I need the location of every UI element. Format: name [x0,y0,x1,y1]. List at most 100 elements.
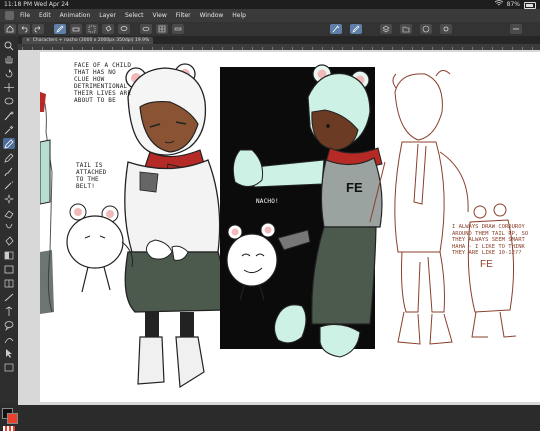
material-button[interactable] [400,24,412,34]
menu-layer[interactable]: Layer [99,12,116,19]
close-tab-icon[interactable]: × [26,38,30,43]
pen-tool[interactable] [3,138,15,149]
eraser-tool[interactable] [3,208,15,219]
menu-bar: File Edit Animation Layer Select View Fi… [0,9,540,22]
cropped-character-left [40,91,54,314]
lightbox-tool[interactable] [3,362,15,373]
eyedropper-tool[interactable] [3,124,15,135]
grid-button[interactable] [156,24,168,34]
rotate-tool[interactable] [3,68,15,79]
line-correct-icon [4,338,14,344]
grid-icon [158,25,166,33]
sub-color-swatch[interactable] [7,413,18,424]
menu-animation[interactable]: Animation [60,12,91,19]
transparent-color-swatch[interactable] [3,426,15,431]
transform-icon [88,25,96,33]
brush-size-button[interactable] [330,24,342,34]
operation-tool[interactable] [3,348,15,359]
brush-icon [4,167,13,177]
status-right: 87% [494,0,536,9]
brush-icon [332,25,340,33]
view-button[interactable] [140,24,152,34]
shape-icon [4,265,14,274]
redo-button[interactable] [32,24,44,34]
color-wheel-button[interactable] [420,24,432,34]
zoom-tool[interactable] [3,40,15,51]
pointer-icon [6,349,12,358]
layer-button[interactable] [380,24,392,34]
blend-icon [5,223,13,229]
pencil-tool[interactable] [3,152,15,163]
settings-button[interactable] [440,24,452,34]
note-corduroy: I ALWAYS DRAW CORDUROY AROUND THEM TAIL … [452,224,529,256]
undo-button[interactable] [18,24,30,34]
layers-icon [382,25,390,33]
ruler-icon [174,27,182,31]
move-tool[interactable] [3,82,15,93]
status-time: 11:18 PM [4,1,32,8]
fill-button[interactable] [102,24,114,34]
battery-percent: 87% [506,1,520,8]
brush-tool[interactable] [3,166,15,177]
select-button[interactable] [118,24,130,34]
menu-edit[interactable]: Edit [39,12,51,19]
tool-palette [0,36,18,431]
rotate-icon [5,69,13,78]
text-icon [5,306,13,316]
blend-tool[interactable] [3,222,15,233]
drawing-canvas[interactable]: FE FE FACE OF A CHILD THAT HAS NO CLUE H… [40,52,540,402]
opacity-button[interactable] [350,24,362,34]
color-wheel-icon [422,25,430,33]
status-date: Wed Apr 24 [33,1,69,8]
shirt-letters: FE [346,180,363,195]
balloon-tool[interactable] [3,320,15,331]
lasso-tool[interactable] [3,96,15,107]
menu-select[interactable]: Select [125,12,144,19]
document-tab[interactable]: × Characters + nacho (3000 x 2000px 350dp… [22,37,154,44]
home-button[interactable] [4,24,16,34]
note-tail: TAIL IS ATTACHED TO THE BELT! [76,162,107,190]
ruler-icon [4,293,14,302]
app-menu-icon[interactable] [5,11,14,20]
ruler-button[interactable] [172,24,184,34]
menu-help[interactable]: Help [232,12,246,19]
lasso-icon [4,97,14,105]
color-swatches[interactable] [2,408,18,424]
wifi-icon [494,0,503,9]
menu-window[interactable]: Window [200,12,224,19]
magic-wand-icon [4,111,14,121]
menu-file[interactable]: File [20,12,30,19]
gradient-tool[interactable] [3,250,15,261]
note-face: FACE OF A CHILD THAT HAS NO CLUE HOW DET… [74,62,132,104]
character-right-sketch: FE [369,70,517,345]
bucket-icon [105,25,112,32]
wand-tool[interactable] [3,110,15,121]
pen-tool-button[interactable] [54,24,66,34]
more-icon [513,28,519,30]
text-tool[interactable] [3,306,15,317]
more-button[interactable] [510,24,522,34]
eraser-button[interactable] [70,24,82,34]
correct-line-tool[interactable] [3,334,15,345]
eraser-icon [72,27,80,32]
hand-tool[interactable] [3,54,15,65]
pen-icon [4,139,14,149]
airbrush-tool[interactable] [3,180,15,191]
transform-button[interactable] [86,24,98,34]
figure-tool[interactable] [3,264,15,275]
sketch-shirt-letters: FE [480,259,493,270]
menu-filter[interactable]: Filter [176,12,191,19]
decoration-tool[interactable] [3,194,15,205]
frame-tool[interactable] [3,278,15,289]
gear-icon [443,26,449,32]
home-icon [6,25,14,33]
ruler-tool[interactable] [3,292,15,303]
nacho-left [66,203,133,293]
eye-icon [142,26,150,32]
redo-icon [34,26,41,33]
speech-balloon-icon [4,321,14,331]
menu-view[interactable]: View [153,12,167,19]
undo-icon [21,26,28,33]
fill-tool[interactable] [3,236,15,247]
eraser-icon [4,210,14,219]
